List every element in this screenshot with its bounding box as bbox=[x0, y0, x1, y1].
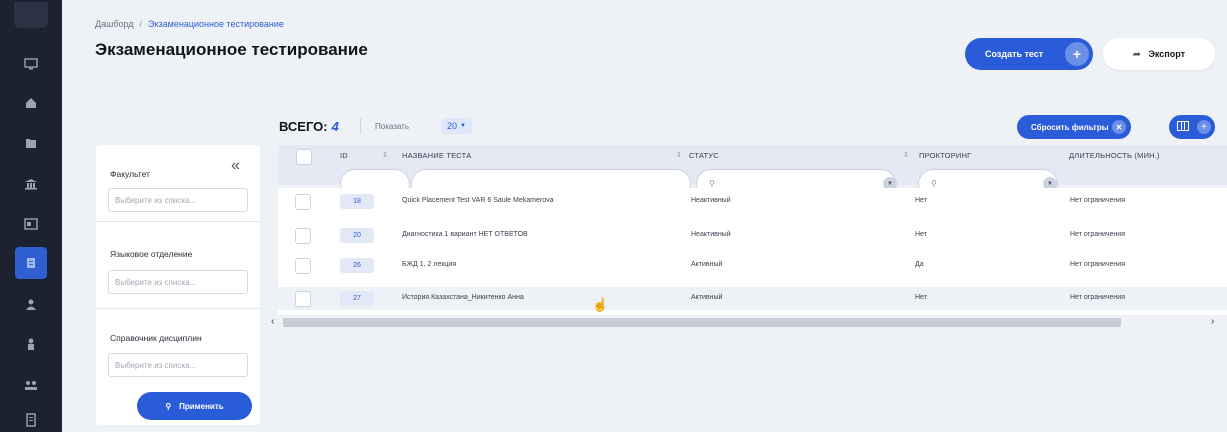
row-duration: Нет ограничения bbox=[1070, 294, 1125, 301]
column-header-duration[interactable]: ДЛИТЕЛЬНОСТЬ (МИН.) bbox=[1069, 151, 1160, 160]
breadcrumb-home[interactable]: Дашборд bbox=[95, 19, 134, 29]
row-name[interactable]: БЖД 1, 2 лекция bbox=[402, 261, 456, 268]
divider bbox=[96, 221, 260, 222]
table-row[interactable]: 18 Quick Placement Test VAR 6 Saule Meka… bbox=[278, 190, 1227, 213]
users-icon[interactable] bbox=[16, 290, 46, 320]
table-row[interactable]: 26 БЖД 1, 2 лекция Активный Да Нет огран… bbox=[278, 254, 1227, 277]
row-checkbox[interactable] bbox=[295, 291, 311, 307]
total-summary: ВСЕГО: 4 bbox=[279, 119, 339, 134]
breadcrumb-separator: / bbox=[139, 19, 143, 29]
row-checkbox[interactable] bbox=[295, 228, 311, 244]
divider bbox=[96, 308, 260, 309]
search-icon: ⚲ bbox=[709, 179, 715, 188]
plus-icon: + bbox=[1065, 42, 1089, 66]
export-label: Экспорт bbox=[1148, 49, 1186, 59]
row-proctoring: Нет bbox=[915, 197, 927, 204]
create-test-button[interactable]: Создать тест + bbox=[965, 38, 1093, 70]
row-duration: Нет ограничения bbox=[1070, 261, 1125, 268]
chevron-down-icon: ▼ bbox=[460, 123, 466, 129]
select-all-checkbox[interactable] bbox=[296, 149, 312, 165]
filter-panel: Факультет « Выберите из списка... Языков… bbox=[96, 145, 260, 425]
export-button[interactable]: ➦ Экспорт bbox=[1103, 38, 1215, 70]
create-test-label: Создать тест bbox=[985, 49, 1044, 59]
breadcrumb: Дашборд / Экзаменационное тестирование bbox=[95, 19, 284, 29]
row-id[interactable]: 26 bbox=[340, 258, 374, 273]
row-name[interactable]: Quick Placement Test VAR 6 Saule Mekamer… bbox=[402, 197, 553, 204]
scroll-thumb[interactable] bbox=[283, 318, 1121, 327]
apply-label: Применить bbox=[179, 401, 224, 411]
apply-button[interactable]: ⚲ Применить bbox=[137, 392, 252, 420]
divider bbox=[360, 118, 361, 134]
group-icon[interactable] bbox=[16, 370, 46, 400]
row-id[interactable]: 20 bbox=[340, 228, 374, 243]
search-icon: ⚲ bbox=[165, 401, 172, 411]
reset-filters-button[interactable]: Сбросить фильтры ✕ bbox=[1017, 115, 1131, 139]
logo-icon[interactable] bbox=[14, 2, 48, 28]
page-size-select[interactable]: 20 ▼ bbox=[441, 118, 472, 134]
collapse-icon[interactable]: « bbox=[231, 157, 240, 175]
row-id[interactable]: 18 bbox=[340, 194, 374, 209]
total-count: 4 bbox=[331, 119, 339, 134]
reset-filters-label: Сбросить фильтры bbox=[1031, 122, 1109, 132]
teacher-icon[interactable] bbox=[16, 329, 46, 359]
plus-icon: + bbox=[1197, 120, 1211, 134]
scroll-right-icon[interactable]: › bbox=[1211, 316, 1214, 327]
row-checkbox[interactable] bbox=[295, 258, 311, 274]
language-dept-select[interactable]: Выберите из списка... bbox=[108, 270, 248, 294]
sidebar-nav bbox=[0, 0, 62, 432]
search-icon: ⚲ bbox=[931, 179, 937, 188]
breadcrumb-current[interactable]: Экзаменационное тестирование bbox=[148, 19, 284, 29]
sort-icon[interactable]: ⇕ bbox=[676, 151, 682, 159]
row-duration: Нет ограничения bbox=[1070, 231, 1125, 238]
total-label: ВСЕГО: bbox=[279, 119, 328, 134]
table-row[interactable]: 27 История Казахстана_Никитенко Анна Акт… bbox=[278, 287, 1227, 310]
columns-button[interactable]: + bbox=[1169, 115, 1215, 139]
page-size-value: 20 bbox=[447, 121, 458, 131]
table-body: 18 Quick Placement Test VAR 6 Saule Meka… bbox=[278, 188, 1227, 315]
share-icon: ➦ bbox=[1132, 48, 1141, 59]
row-duration: Нет ограничения bbox=[1070, 197, 1125, 204]
monitor-icon[interactable] bbox=[16, 49, 46, 79]
row-status: Активный bbox=[691, 261, 723, 268]
exam-icon[interactable] bbox=[15, 247, 47, 279]
table-row[interactable]: 20 Диагностика 1 вариант НЕТ ОТВЕТОВ Неа… bbox=[278, 224, 1227, 247]
faculty-select[interactable]: Выберите из списка... bbox=[108, 188, 248, 212]
row-status: Неактивный bbox=[691, 231, 731, 238]
building-icon[interactable] bbox=[16, 169, 46, 199]
show-label: Показать bbox=[375, 122, 410, 131]
row-name[interactable]: История Казахстана_Никитенко Анна bbox=[402, 294, 524, 301]
row-proctoring: Нет bbox=[915, 231, 927, 238]
scroll-left-icon[interactable]: ‹ bbox=[271, 316, 274, 327]
disciplines-label: Справочник дисциплин bbox=[110, 333, 202, 343]
row-proctoring: Нет bbox=[915, 294, 927, 301]
sort-icon[interactable]: ⇕ bbox=[903, 151, 909, 159]
row-checkbox[interactable] bbox=[295, 194, 311, 210]
faculty-label: Факультет bbox=[110, 169, 150, 179]
row-status: Неактивный bbox=[691, 197, 731, 204]
close-icon: ✕ bbox=[1112, 120, 1126, 134]
disciplines-select[interactable]: Выберите из списка... bbox=[108, 353, 248, 377]
document-icon[interactable] bbox=[16, 405, 46, 432]
home-icon[interactable] bbox=[16, 88, 46, 118]
row-id[interactable]: 27 bbox=[340, 291, 374, 306]
column-header-status[interactable]: СТАТУС bbox=[689, 151, 719, 160]
page-title: Экзаменационное тестирование bbox=[95, 40, 368, 59]
row-status: Активный bbox=[691, 294, 723, 301]
row-name[interactable]: Диагностика 1 вариант НЕТ ОТВЕТОВ bbox=[402, 231, 528, 238]
column-header-name[interactable]: НАЗВАНИЕ ТЕСТА bbox=[402, 151, 471, 160]
column-header-proctoring[interactable]: ПРОКТОРИНГ bbox=[919, 151, 971, 160]
folders-icon[interactable] bbox=[16, 129, 46, 159]
row-proctoring: Да bbox=[915, 261, 924, 268]
table-header: ID ⇕ НАЗВАНИЕ ТЕСТА ⇕ СТАТУС ⇕ ПРОКТОРИН… bbox=[278, 145, 1227, 199]
horizontal-scrollbar[interactable]: ‹ › bbox=[270, 316, 1227, 329]
column-header-id[interactable]: ID bbox=[340, 151, 348, 160]
hand-cursor-icon: ☝ bbox=[592, 297, 609, 312]
columns-icon bbox=[1177, 118, 1189, 136]
id-card-icon[interactable] bbox=[16, 209, 46, 239]
sort-icon[interactable]: ⇕ bbox=[382, 151, 388, 159]
language-dept-label: Языковое отделение bbox=[110, 249, 193, 259]
